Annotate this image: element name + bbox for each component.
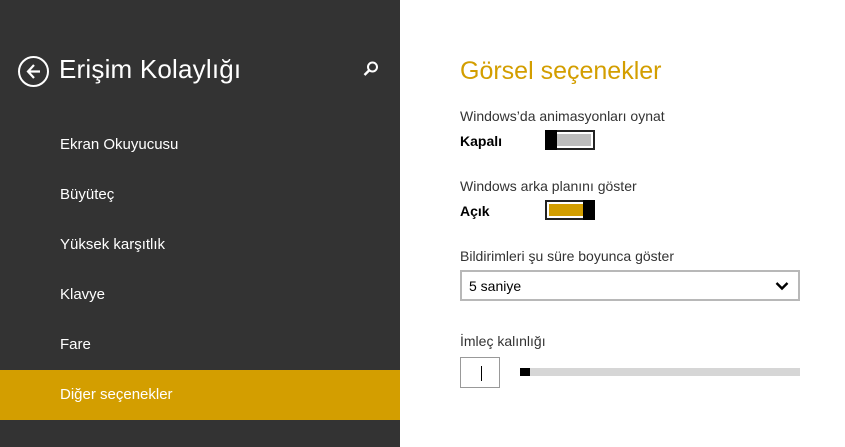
sidebar: Erişim Kolaylığı Ekran Okuyucusu Büyüteç… xyxy=(0,0,400,447)
select-value: 5 saniye xyxy=(469,278,522,294)
cursor-preview xyxy=(460,357,500,388)
sidebar-item-label: Yüksek karşıtlık xyxy=(60,236,166,253)
animations-toggle[interactable] xyxy=(545,130,595,150)
background-state: Açık xyxy=(460,203,490,219)
slider-track xyxy=(520,368,800,376)
sidebar-item-label: Ekran Okuyucusu xyxy=(60,136,179,153)
toggle-thumb xyxy=(545,130,557,150)
chevron-down-icon xyxy=(775,282,789,291)
sidebar-item-other-options[interactable]: Diğer seçenekler xyxy=(0,370,400,420)
toggle-track xyxy=(549,204,583,216)
page-title: Görsel seçenekler xyxy=(460,57,662,85)
sidebar-item-high-contrast[interactable]: Yüksek karşıtlık xyxy=(0,220,400,270)
sidebar-title: Erişim Kolaylığı xyxy=(59,54,242,84)
notifications-duration-select[interactable]: 5 saniye xyxy=(460,270,800,301)
main-panel: Görsel seçenekler Windows’da animasyonla… xyxy=(400,0,845,447)
cursor-thickness-slider[interactable] xyxy=(520,368,800,378)
toggle-track xyxy=(557,134,591,146)
background-label: Windows arka planını göster xyxy=(460,178,637,194)
slider-thumb[interactable] xyxy=(520,368,530,376)
text-cursor-icon xyxy=(481,366,482,381)
sidebar-item-label: Büyüteç xyxy=(60,186,115,203)
search-button[interactable] xyxy=(362,60,382,80)
sidebar-item-keyboard[interactable]: Klavye xyxy=(0,270,400,320)
sidebar-item-label: Klavye xyxy=(60,286,106,303)
sidebar-item-label: Fare xyxy=(60,336,91,353)
back-button[interactable] xyxy=(18,56,49,87)
animations-label: Windows’da animasyonları oynat xyxy=(460,108,665,124)
sidebar-item-mouse[interactable]: Fare xyxy=(0,320,400,370)
sidebar-item-label: Diğer seçenekler xyxy=(60,386,173,403)
cursor-thickness-label: İmleç kalınlığı xyxy=(460,333,546,349)
sidebar-item-magnifier[interactable]: Büyüteç xyxy=(0,170,400,220)
sidebar-item-screen-reader[interactable]: Ekran Okuyucusu xyxy=(0,120,400,170)
toggle-thumb xyxy=(583,200,595,220)
back-arrow-icon xyxy=(26,64,40,79)
notifications-label: Bildirimleri şu süre boyunca göster xyxy=(460,248,674,264)
search-icon xyxy=(363,61,378,76)
background-toggle[interactable] xyxy=(545,200,595,220)
animations-state: Kapalı xyxy=(460,133,503,149)
